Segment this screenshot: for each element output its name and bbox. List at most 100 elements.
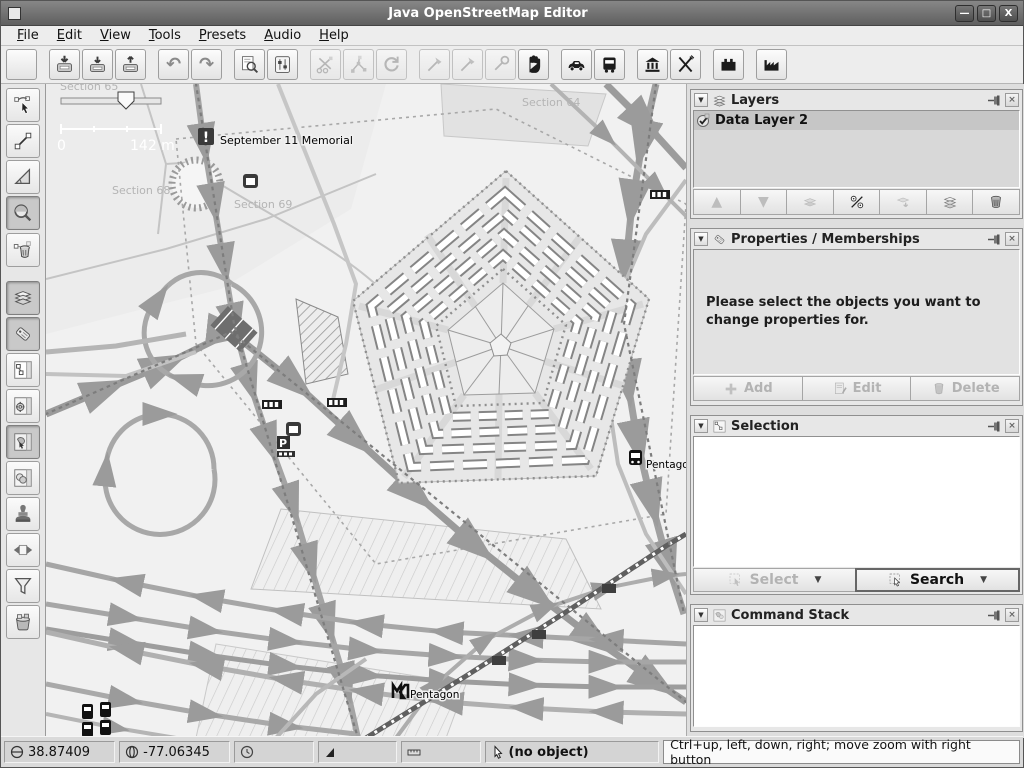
select-tool-button[interactable] xyxy=(6,88,40,122)
open-button[interactable] xyxy=(6,49,37,80)
basket-icon xyxy=(12,611,34,633)
memorial-label: September 11 Memorial xyxy=(220,134,353,147)
menu-view[interactable]: View xyxy=(92,27,139,44)
dropdown-caret: ▼ xyxy=(814,575,821,585)
menu-presets[interactable]: Presets xyxy=(191,27,254,44)
upload-button[interactable] xyxy=(115,49,146,80)
castle-preset-button[interactable] xyxy=(713,49,744,80)
car-preset-button[interactable] xyxy=(561,49,592,80)
collapse-icon[interactable]: ▼ xyxy=(694,419,708,433)
menu-audio[interactable]: Audio xyxy=(256,27,309,44)
map-canvas[interactable]: ! P xyxy=(46,84,686,738)
menu-help[interactable]: Help xyxy=(311,27,357,44)
maximize-button[interactable]: □ xyxy=(977,5,996,22)
measure-tool-button[interactable] xyxy=(6,160,40,194)
selection-list[interactable] xyxy=(693,436,1020,567)
close-panel-icon[interactable]: × xyxy=(1005,93,1019,107)
layer-up-button[interactable]: ▲ xyxy=(693,189,741,215)
selection-dialog-toggle[interactable] xyxy=(6,425,40,459)
minimize-button[interactable]: — xyxy=(955,5,974,22)
close-panel-icon[interactable]: × xyxy=(1005,232,1019,246)
sticky-pin-icon[interactable] xyxy=(987,232,1001,246)
unglue-button[interactable] xyxy=(310,49,341,80)
sticky-pin-icon[interactable] xyxy=(987,93,1001,107)
node-split-icon xyxy=(348,54,369,75)
menu-edit[interactable]: Edit xyxy=(49,27,90,44)
filter-dialog-toggle[interactable] xyxy=(6,569,40,603)
preferences-button[interactable] xyxy=(267,49,298,80)
conflict-dialog-toggle[interactable] xyxy=(6,533,40,567)
sticky-pin-icon[interactable] xyxy=(987,608,1001,622)
undo-icon: ↶ xyxy=(166,56,181,74)
close-panel-icon[interactable]: × xyxy=(1005,419,1019,433)
stop-button[interactable] xyxy=(518,49,549,80)
layers-icon xyxy=(12,287,34,309)
restaurant-preset-button[interactable] xyxy=(670,49,701,80)
svg-text:Section 65: Section 65 xyxy=(60,84,118,93)
close-button[interactable]: X xyxy=(999,5,1018,22)
works-preset-button[interactable] xyxy=(756,49,787,80)
command-stack-list[interactable] xyxy=(693,625,1020,727)
close-panel-icon[interactable]: × xyxy=(1005,608,1019,622)
plus-icon xyxy=(723,381,739,397)
magnifier-icon xyxy=(12,202,34,224)
delete-layer-button[interactable] xyxy=(972,189,1020,215)
collapse-icon[interactable]: ▼ xyxy=(694,93,708,107)
download-button[interactable] xyxy=(82,49,113,80)
layers-dialog-toggle[interactable] xyxy=(6,281,40,315)
restaurant-icon xyxy=(675,54,696,75)
layer-list-button[interactable] xyxy=(926,189,974,215)
sticky-pin-icon[interactable] xyxy=(987,419,1001,433)
pentagon-building xyxy=(353,171,649,483)
layers-panel-title: Layers xyxy=(731,93,983,108)
split-way-button[interactable] xyxy=(343,49,374,80)
redo-button[interactable]: ↷ xyxy=(191,49,222,80)
relations-dialog-toggle[interactable] xyxy=(6,353,40,387)
edit-property-button[interactable]: Edit xyxy=(802,376,912,401)
tool-c-button[interactable] xyxy=(485,49,516,80)
bus-preset-button[interactable] xyxy=(594,49,625,80)
show-hide-button[interactable] xyxy=(833,189,881,215)
svg-text:P: P xyxy=(279,437,287,450)
update-data-button[interactable] xyxy=(376,49,407,80)
tool-a-button[interactable] xyxy=(419,49,450,80)
angle-icon xyxy=(324,745,338,759)
search-objects-button[interactable] xyxy=(234,49,265,80)
selection-icon xyxy=(712,419,727,434)
bank-preset-button[interactable] xyxy=(637,49,668,80)
add-property-button[interactable]: Add xyxy=(693,376,803,401)
history-dialog-toggle[interactable] xyxy=(6,497,40,531)
select-button[interactable]: Select ▼ xyxy=(693,568,856,592)
mappaint-dialog-toggle[interactable] xyxy=(6,461,40,495)
layers-list[interactable]: Data Layer 2 xyxy=(693,110,1020,188)
preferences-dialog-toggle[interactable] xyxy=(6,389,40,423)
tv-icon xyxy=(286,422,301,436)
collapse-icon[interactable]: ▼ xyxy=(694,608,708,622)
hovered-object-field: (no object) xyxy=(485,741,660,763)
collapse-icon[interactable]: ▼ xyxy=(694,232,708,246)
bus-icon xyxy=(599,54,620,75)
delete-property-button[interactable]: Delete xyxy=(910,376,1020,401)
trash-icon xyxy=(988,194,1004,210)
changeset-dialog-toggle[interactable] xyxy=(6,605,40,639)
search-button[interactable]: Search ▼ xyxy=(855,568,1020,592)
undo-button[interactable]: ↶ xyxy=(158,49,189,80)
zoom-tool-button[interactable] xyxy=(6,196,40,230)
save-button[interactable] xyxy=(49,49,80,80)
layer-row[interactable]: Data Layer 2 xyxy=(694,111,1019,130)
menu-tools[interactable]: Tools xyxy=(141,27,189,44)
menu-bar: File Edit View Tools Presets Audio Help xyxy=(1,26,1023,46)
menu-file[interactable]: File xyxy=(9,27,47,44)
layer-down-button[interactable]: ▼ xyxy=(740,189,788,215)
merge-layer-button[interactable] xyxy=(786,189,834,215)
draw-node-tool-button[interactable] xyxy=(6,124,40,158)
delete-tool-button[interactable] xyxy=(6,233,40,267)
duplicate-layer-button[interactable] xyxy=(879,189,927,215)
tool-b-button[interactable] xyxy=(452,49,483,80)
eye-slash-icon xyxy=(849,194,865,210)
factory-icon xyxy=(761,54,782,75)
properties-dialog-toggle[interactable] xyxy=(6,317,40,351)
bus-stop-label: Pentagon xyxy=(646,459,686,471)
angle-field xyxy=(318,741,397,763)
latitude-field: 38.87409 xyxy=(4,741,115,763)
